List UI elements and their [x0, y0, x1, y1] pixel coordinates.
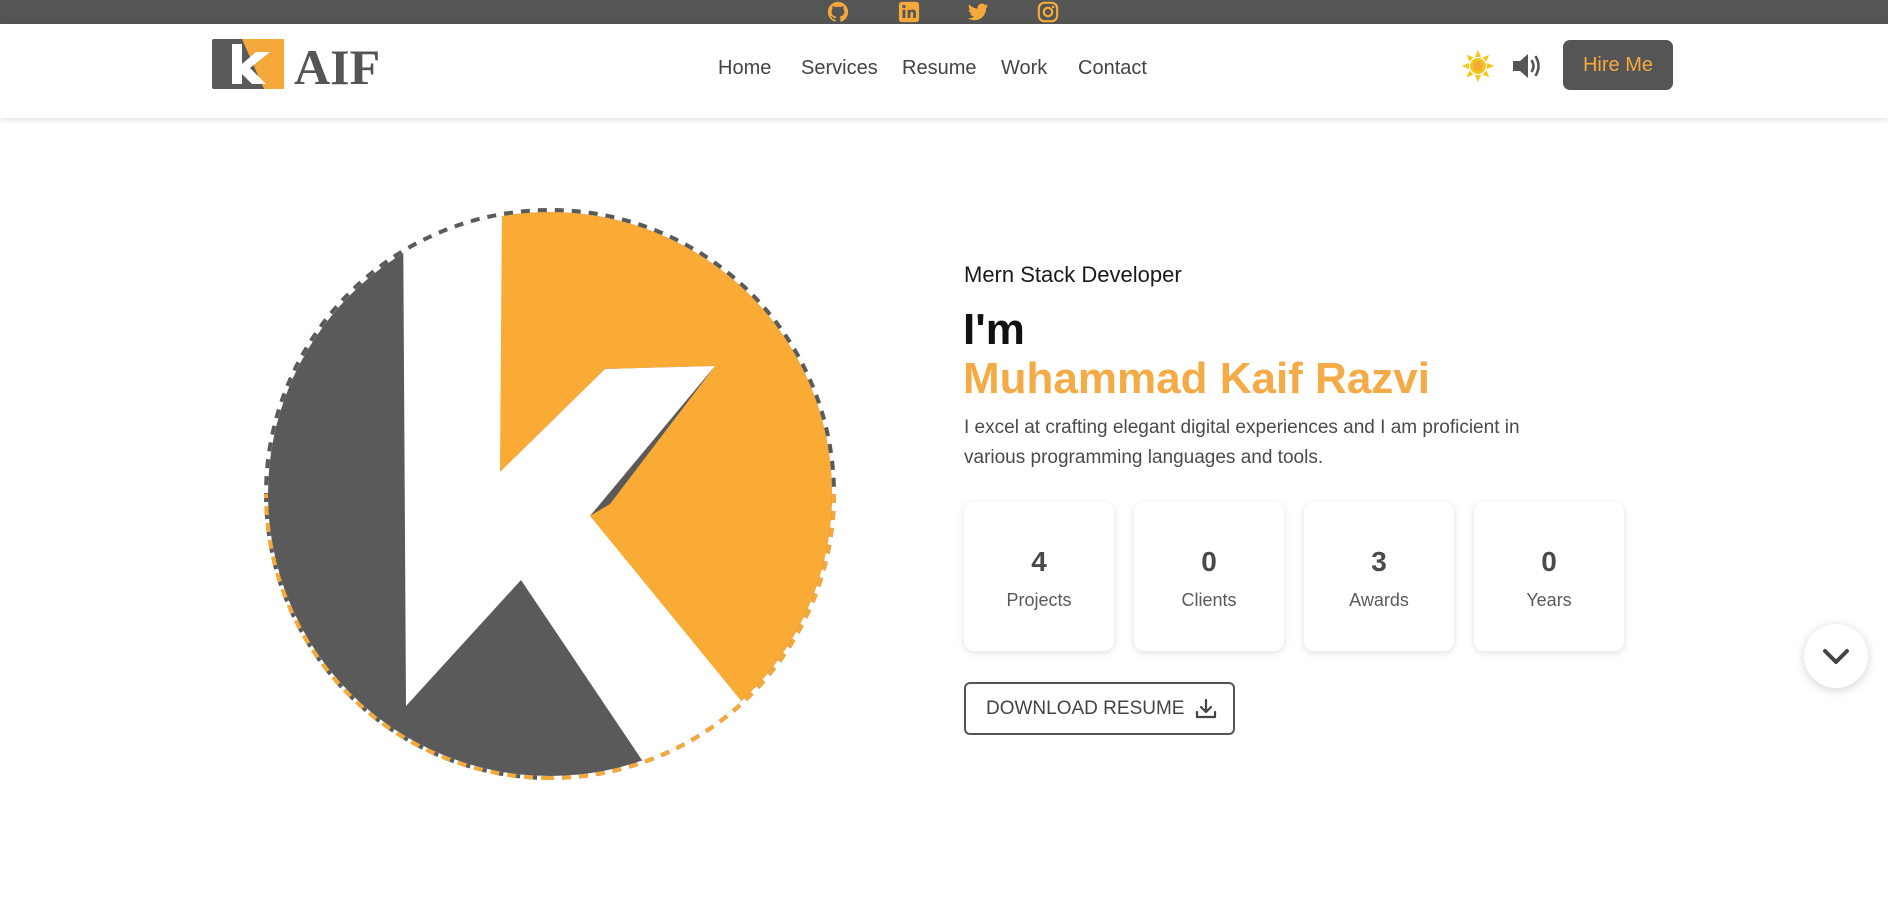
nav-services[interactable]: Services [801, 57, 878, 80]
intro-description: I excel at crafting elegant digital expe… [964, 417, 1520, 468]
social-bar [0, 0, 1888, 24]
download-resume-label: DOWNLOAD RESUME [986, 697, 1185, 719]
stat-clients: 0 Clients [1134, 502, 1284, 651]
twitter-icon [967, 3, 989, 21]
download-resume-button[interactable]: DOWNLOAD RESUME [964, 682, 1235, 735]
nav-work[interactable]: Work [1001, 57, 1047, 80]
role-title: Mern Stack Developer [964, 262, 1182, 287]
stat-label: Years [1526, 590, 1572, 610]
linkedin-icon [898, 1, 920, 23]
speaker-icon [1513, 54, 1540, 78]
stat-years: 0 Years [1474, 502, 1624, 651]
github-icon [827, 1, 849, 22]
nav-home[interactable]: Home [718, 57, 771, 80]
theme-toggle[interactable] [1461, 49, 1495, 83]
stat-projects: 4 Projects [964, 502, 1114, 651]
stat-label: Awards [1349, 590, 1409, 610]
download-icon [1196, 698, 1217, 718]
stat-label: Projects [1006, 590, 1072, 610]
hire-me-button[interactable]: Hire Me [1563, 40, 1673, 90]
greeting: I'm [963, 305, 1025, 354]
twitter-link[interactable] [966, 0, 990, 24]
sound-toggle[interactable] [1511, 50, 1545, 82]
stat-label: Clients [1181, 590, 1237, 610]
sun-icon [1462, 50, 1494, 82]
stat-awards: 3 Awards [1304, 502, 1454, 651]
stat-value: 4 [1031, 546, 1047, 577]
instagram-icon [1037, 1, 1059, 23]
scroll-down-button[interactable] [1804, 624, 1868, 688]
chevron-down-icon [1823, 649, 1849, 664]
hero-logo-image [260, 204, 840, 784]
stat-value: 0 [1201, 546, 1217, 577]
github-link[interactable] [826, 0, 850, 24]
stat-value: 3 [1371, 546, 1387, 577]
nav-contact[interactable]: Contact [1078, 57, 1147, 80]
site-header: AIF Home Services Resume Work Contact Hi… [0, 24, 1888, 118]
nav-resume[interactable]: Resume [902, 57, 976, 80]
stat-value: 0 [1541, 546, 1557, 577]
linkedin-link[interactable] [897, 0, 921, 24]
instagram-link[interactable] [1036, 0, 1060, 24]
person-name: Muhammad Kaif Razvi [963, 354, 1430, 403]
